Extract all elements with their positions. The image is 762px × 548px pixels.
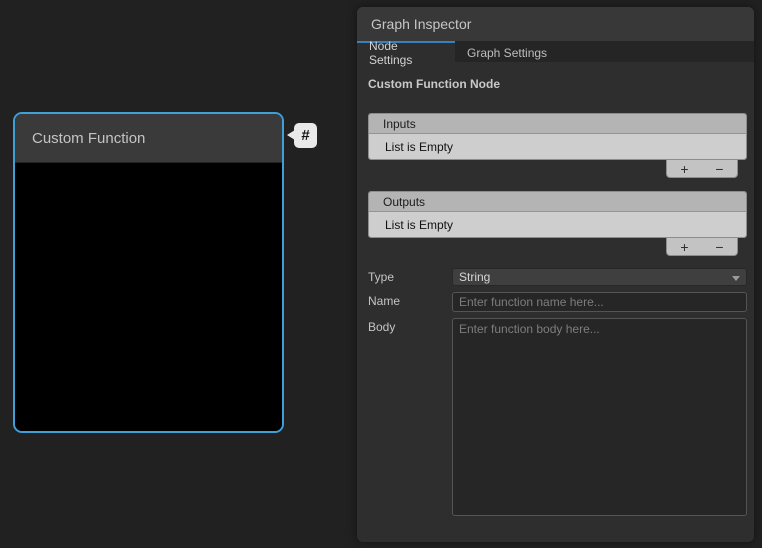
chevron-down-icon [732, 276, 740, 281]
outputs-list: Outputs List is Empty + − [368, 191, 747, 256]
property-fields: Type String Name Body [368, 268, 747, 516]
function-body-input[interactable] [452, 318, 747, 516]
type-dropdown[interactable]: String [452, 268, 747, 286]
body-field-row: Body [368, 318, 747, 516]
inspector-title-bar[interactable]: Graph Inspector [357, 7, 754, 41]
inputs-list-footer: + − [666, 160, 738, 178]
outputs-list-header[interactable]: Outputs [369, 192, 746, 212]
hash-badge-label: # [301, 127, 309, 144]
node-body [15, 163, 282, 433]
graph-inspector-panel: Graph Inspector Node Settings Graph Sett… [357, 7, 754, 542]
outputs-list-footer: + − [666, 238, 738, 256]
outputs-remove-button[interactable]: − [702, 238, 737, 255]
name-label: Name [368, 292, 452, 312]
inspector-content: Custom Function Node Inputs List is Empt… [357, 62, 754, 516]
body-label: Body [368, 318, 452, 516]
outputs-list-box: Outputs List is Empty [368, 191, 747, 238]
inputs-remove-button[interactable]: − [702, 160, 737, 177]
function-name-input[interactable] [452, 292, 747, 312]
inspector-title: Graph Inspector [371, 16, 471, 32]
type-dropdown-value: String [459, 270, 490, 284]
outputs-add-button[interactable]: + [667, 238, 702, 255]
inputs-empty-label: List is Empty [385, 140, 453, 154]
type-label: Type [368, 268, 452, 286]
node-title: Custom Function [32, 130, 145, 147]
tab-node-settings[interactable]: Node Settings [357, 41, 455, 62]
outputs-header-label: Outputs [383, 195, 425, 209]
tab-graph-settings[interactable]: Graph Settings [455, 41, 559, 62]
name-field-row: Name [368, 292, 747, 312]
inputs-list: Inputs List is Empty + − [368, 113, 747, 178]
outputs-empty-row: List is Empty [369, 212, 746, 237]
inputs-empty-row: List is Empty [369, 134, 746, 159]
inputs-list-box: Inputs List is Empty [368, 113, 747, 160]
tab-node-settings-label: Node Settings [369, 39, 443, 67]
node-title-bar[interactable]: Custom Function [15, 114, 282, 163]
inputs-list-header[interactable]: Inputs [369, 114, 746, 134]
outputs-empty-label: List is Empty [385, 218, 453, 232]
inputs-header-label: Inputs [383, 117, 416, 131]
type-field-row: Type String [368, 268, 747, 286]
tab-graph-settings-label: Graph Settings [467, 46, 547, 60]
custom-function-node[interactable]: Custom Function [13, 112, 284, 433]
hash-badge-icon[interactable]: # [294, 123, 317, 148]
section-title: Custom Function Node [368, 77, 747, 91]
graph-canvas[interactable]: Custom Function # Graph Inspector Node S… [0, 0, 762, 548]
inputs-add-button[interactable]: + [667, 160, 702, 177]
inspector-tab-strip: Node Settings Graph Settings [357, 41, 754, 62]
